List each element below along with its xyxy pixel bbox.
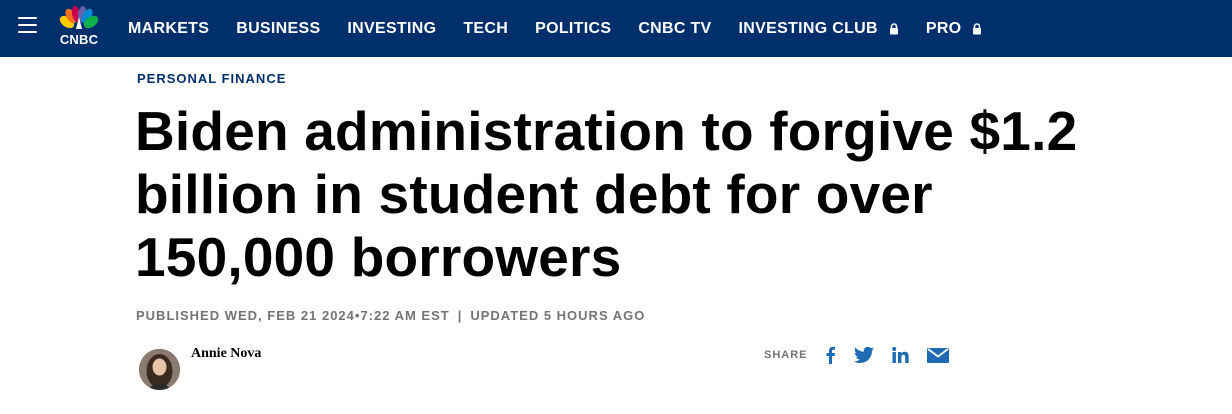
author-name[interactable]: Annie Nova bbox=[191, 346, 261, 362]
top-nav-bar: CNBC MARKETS BUSINESS INVESTING TECH POL… bbox=[0, 0, 1232, 57]
nav-item-label: CNBC TV bbox=[638, 19, 712, 37]
linkedin-icon[interactable] bbox=[891, 347, 909, 363]
nav-item-label: MARKETS bbox=[128, 19, 210, 37]
nav-item-markets[interactable]: MARKETS bbox=[128, 20, 209, 38]
nav-item-tech[interactable]: TECH bbox=[463, 20, 508, 38]
nav-item-label: INVESTING CLUB bbox=[738, 19, 878, 37]
headline-line: 150,000 borrowers bbox=[135, 226, 622, 288]
twitter-icon[interactable] bbox=[853, 347, 874, 363]
logo-text: CNBC bbox=[59, 32, 99, 47]
author-avatar[interactable] bbox=[139, 349, 180, 390]
hamburger-menu-icon[interactable] bbox=[18, 17, 38, 35]
lock-icon bbox=[889, 22, 899, 35]
headline-line: Biden administration to forgive $1.2 bbox=[135, 100, 1078, 162]
updated-time: UPDATED 5 HOURS AGO bbox=[470, 308, 646, 323]
nav-item-cnbc-tv[interactable]: CNBC TV bbox=[638, 20, 711, 38]
published-time: PUBLISHED WED, FEB 21 2024•7:22 AM EST bbox=[136, 308, 450, 323]
nav-item-pro[interactable]: PRO bbox=[926, 20, 983, 38]
facebook-icon[interactable] bbox=[824, 346, 836, 364]
nav-menu: MARKETS BUSINESS INVESTING TECH POLITICS… bbox=[128, 0, 1009, 57]
share-label: SHARE bbox=[764, 349, 808, 361]
headline-line: billion in student debt for over bbox=[135, 163, 933, 225]
lock-icon bbox=[972, 22, 982, 35]
nav-item-label: PRO bbox=[925, 19, 962, 37]
peacock-icon bbox=[59, 6, 99, 29]
nav-item-label: INVESTING bbox=[347, 19, 437, 37]
nav-item-investing-club[interactable]: INVESTING CLUB bbox=[739, 20, 899, 38]
nav-item-investing[interactable]: INVESTING bbox=[347, 20, 436, 38]
email-icon[interactable] bbox=[926, 347, 949, 363]
nav-item-label: TECH bbox=[463, 19, 509, 37]
nav-item-business[interactable]: BUSINESS bbox=[236, 20, 320, 38]
article-timestamp: PUBLISHED WED, FEB 21 2024•7:22 AM EST |… bbox=[136, 308, 645, 323]
nav-item-label: BUSINESS bbox=[236, 19, 321, 37]
timestamp-separator: | bbox=[457, 308, 463, 323]
share-bar: SHARE bbox=[764, 343, 949, 367]
nav-item-label: POLITICS bbox=[535, 19, 612, 37]
category-link[interactable]: PERSONAL FINANCE bbox=[137, 71, 286, 86]
cnbc-logo[interactable]: CNBC bbox=[54, 5, 104, 47]
nav-item-politics[interactable]: POLITICS bbox=[535, 20, 611, 38]
article-headline: Biden administration to forgive $1.2 bil… bbox=[135, 100, 1195, 289]
